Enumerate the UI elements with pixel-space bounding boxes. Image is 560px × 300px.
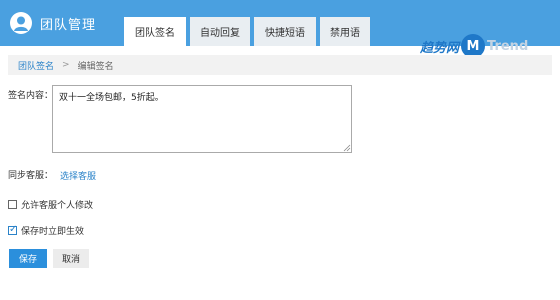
tab-banned-words[interactable]: 禁用语 [320, 17, 370, 46]
cancel-button[interactable]: 取消 [53, 249, 89, 268]
brand: 团队管理 [10, 9, 96, 37]
tab-label: 团队签名 [135, 28, 175, 39]
allow-edit-option[interactable]: 允许客服个人修改 [8, 198, 93, 211]
effective-immediately-option[interactable]: ✓ 保存时立即生效 [8, 224, 84, 237]
page-title: 团队管理 [40, 17, 97, 33]
allow-edit-checkbox[interactable] [8, 200, 17, 209]
tab-label: 禁用语 [330, 28, 360, 39]
tab-label: 自动回复 [200, 28, 240, 39]
sync-agents-label: 同步客服： [8, 171, 54, 181]
breadcrumb-parent-link[interactable]: 团队签名 [18, 59, 54, 72]
signature-label: 签名内容： [8, 91, 54, 101]
effective-immediately-label: 保存时立即生效 [21, 227, 85, 237]
checkmark-icon: ✓ [9, 224, 18, 235]
watermark-text-right: Trend [487, 38, 529, 54]
allow-edit-label: 允许客服个人修改 [21, 201, 94, 211]
breadcrumb: 团队签名 > 编辑签名 [8, 55, 552, 75]
select-agents-link[interactable]: 选择客服 [60, 169, 96, 182]
signature-textarea[interactable]: 双十一全场包邮，5折起。 [52, 85, 352, 153]
tab-bar: 团队签名 自动回复 快捷短语 禁用语 [124, 17, 374, 46]
resize-grip-icon[interactable] [343, 144, 351, 152]
tab-quick-phrases[interactable]: 快捷短语 [254, 17, 316, 46]
tab-label: 快捷短语 [265, 28, 305, 39]
user-icon [10, 12, 32, 34]
effective-immediately-checkbox[interactable]: ✓ [8, 224, 18, 235]
tab-team-signature[interactable]: 团队签名 [124, 17, 186, 46]
breadcrumb-separator: > [62, 60, 70, 70]
save-button[interactable]: 保存 [9, 249, 47, 268]
breadcrumb-current: 编辑签名 [77, 61, 114, 72]
watermark-text-left: 趋势网 [420, 40, 460, 56]
tab-auto-reply[interactable]: 自动回复 [190, 17, 250, 46]
